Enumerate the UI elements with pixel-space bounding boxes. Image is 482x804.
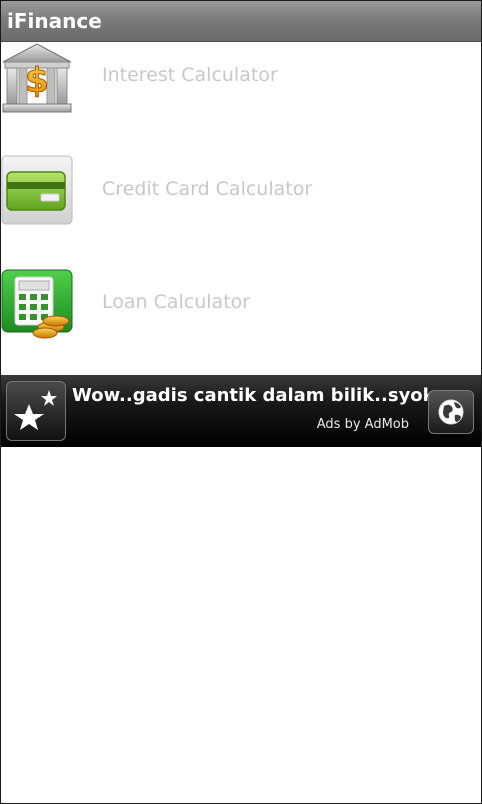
star-sparkle-icon [6,381,66,441]
menu-item-interest-calculator[interactable]: $ Interest Calculator [1,42,481,154]
globe-icon[interactable] [428,390,474,434]
title-bar: iFinance [1,1,481,42]
menu-item-loan-calculator[interactable]: Loan Calculator [1,266,481,378]
calculator-coins-icon [1,269,73,341]
menu-item-label: Loan Calculator [102,291,251,313]
app-window: iFinance $ Interest Calculator Credit Ca… [0,0,482,804]
ad-banner[interactable]: Wow..gadis cantik dalam bilik..syok Ads … [1,375,481,447]
menu-item-credit-card-calculator[interactable]: Credit Card Calculator [1,154,481,266]
menu-item-label: Credit Card Calculator [102,178,313,200]
bank-dollar-icon: $ [1,42,73,114]
credit-card-icon [1,154,73,226]
menu-item-label: Interest Calculator [102,64,278,86]
app-title: iFinance [7,9,102,33]
ad-headline: Wow..gadis cantik dalam bilik..syok [72,385,435,406]
svg-text:$: $ [25,61,49,101]
ad-attribution: Ads by AdMob [316,417,409,432]
